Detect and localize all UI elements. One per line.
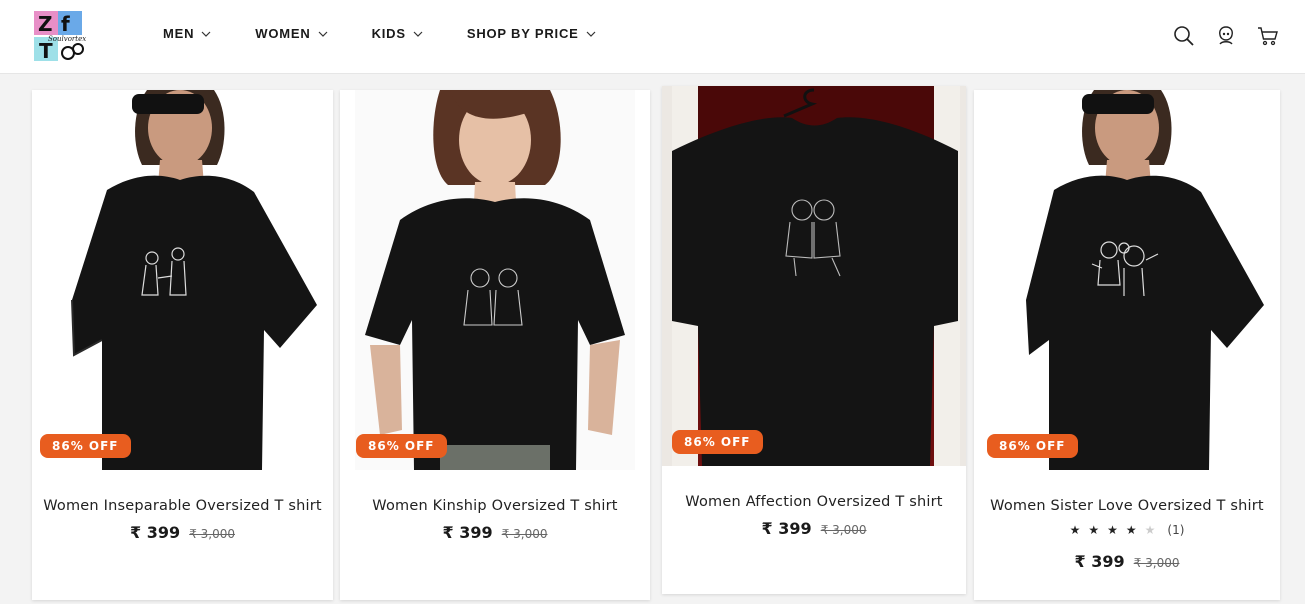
brand-logo[interactable]: Z f T Soulvortex xyxy=(34,11,86,63)
nav-kids[interactable]: KIDS xyxy=(372,26,423,41)
product-image[interactable] xyxy=(340,90,650,470)
discount-badge: 86% OFF xyxy=(672,430,763,454)
original-price: ₹ 3,000 xyxy=(820,523,867,537)
search-icon[interactable] xyxy=(1172,24,1196,48)
star-filled-icon: ★ xyxy=(1107,523,1126,537)
original-price: ₹ 3,000 xyxy=(501,527,548,541)
cart-icon[interactable] xyxy=(1256,24,1280,48)
discount-badge: 86% OFF xyxy=(40,434,131,458)
product-card[interactable]: 86% OFF Women Sister Love Oversized T sh… xyxy=(974,90,1280,600)
nav-women[interactable]: WOMEN xyxy=(255,26,328,41)
main-nav: MEN WOMEN KIDS SHOP BY PRICE xyxy=(163,26,640,41)
svg-text:f: f xyxy=(61,12,70,36)
product-card[interactable]: 86% OFF Women Affection Oversized T shir… xyxy=(662,86,966,594)
chevron-down-icon xyxy=(586,31,596,37)
product-image[interactable] xyxy=(662,86,966,466)
discount-badge: 86% OFF xyxy=(987,434,1078,458)
review-count: (1) xyxy=(1167,523,1185,537)
nav-shop-by-price[interactable]: SHOP BY PRICE xyxy=(467,26,596,41)
chevron-down-icon xyxy=(318,31,328,37)
star-empty-icon: ★ xyxy=(1144,523,1164,537)
discount-badge: 86% OFF xyxy=(356,434,447,458)
product-title[interactable]: Women Inseparable Oversized T shirt xyxy=(32,498,333,514)
header-actions xyxy=(1172,24,1280,48)
product-price: ₹ 399 ₹ 3,000 xyxy=(32,523,333,542)
star-filled-icon: ★ xyxy=(1125,523,1145,537)
account-icon[interactable] xyxy=(1214,24,1238,48)
nav-shop-by-price-label: SHOP BY PRICE xyxy=(466,26,579,41)
product-card[interactable]: 86% OFF Women Kinship Oversized T shirt … xyxy=(340,90,650,600)
nav-men[interactable]: MEN xyxy=(163,26,211,41)
product-image[interactable] xyxy=(974,90,1280,470)
original-price: ₹ 3,000 xyxy=(189,527,235,541)
product-image[interactable] xyxy=(32,90,333,470)
nav-men-label: MEN xyxy=(163,26,195,41)
original-price: ₹ 3,000 xyxy=(1133,556,1180,570)
nav-women-label: WOMEN xyxy=(255,26,311,41)
product-title[interactable]: Women Affection Oversized T shirt xyxy=(662,494,966,510)
product-price: ₹ 399 ₹ 3,000 xyxy=(340,523,650,542)
chevron-down-icon xyxy=(413,31,423,37)
product-price: ₹ 399 ₹ 3,000 xyxy=(662,519,966,538)
chevron-down-icon xyxy=(201,31,211,37)
svg-text:Soulvortex: Soulvortex xyxy=(48,35,86,43)
product-price: ₹ 399 ₹ 3,000 xyxy=(974,552,1280,571)
site-header: Z f T Soulvortex MEN WOMEN KIDS SHOP BY … xyxy=(0,0,1305,74)
nav-kids-label: KIDS xyxy=(371,26,406,41)
product-card[interactable]: 86% OFF Women Inseparable Oversized T sh… xyxy=(32,90,333,600)
star-filled-icon: ★ xyxy=(1088,523,1108,537)
sale-price: ₹ 399 xyxy=(129,523,181,542)
sale-price: ₹ 399 xyxy=(1074,552,1125,571)
star-filled-icon: ★ xyxy=(1069,523,1089,537)
star-rating: ★★★★★ (1) xyxy=(974,523,1280,537)
product-title[interactable]: Women Kinship Oversized T shirt xyxy=(340,498,650,514)
sale-price: ₹ 399 xyxy=(761,519,812,538)
product-title[interactable]: Women Sister Love Oversized T shirt xyxy=(974,498,1280,514)
sale-price: ₹ 399 xyxy=(442,523,493,542)
svg-text:Z: Z xyxy=(38,12,53,36)
